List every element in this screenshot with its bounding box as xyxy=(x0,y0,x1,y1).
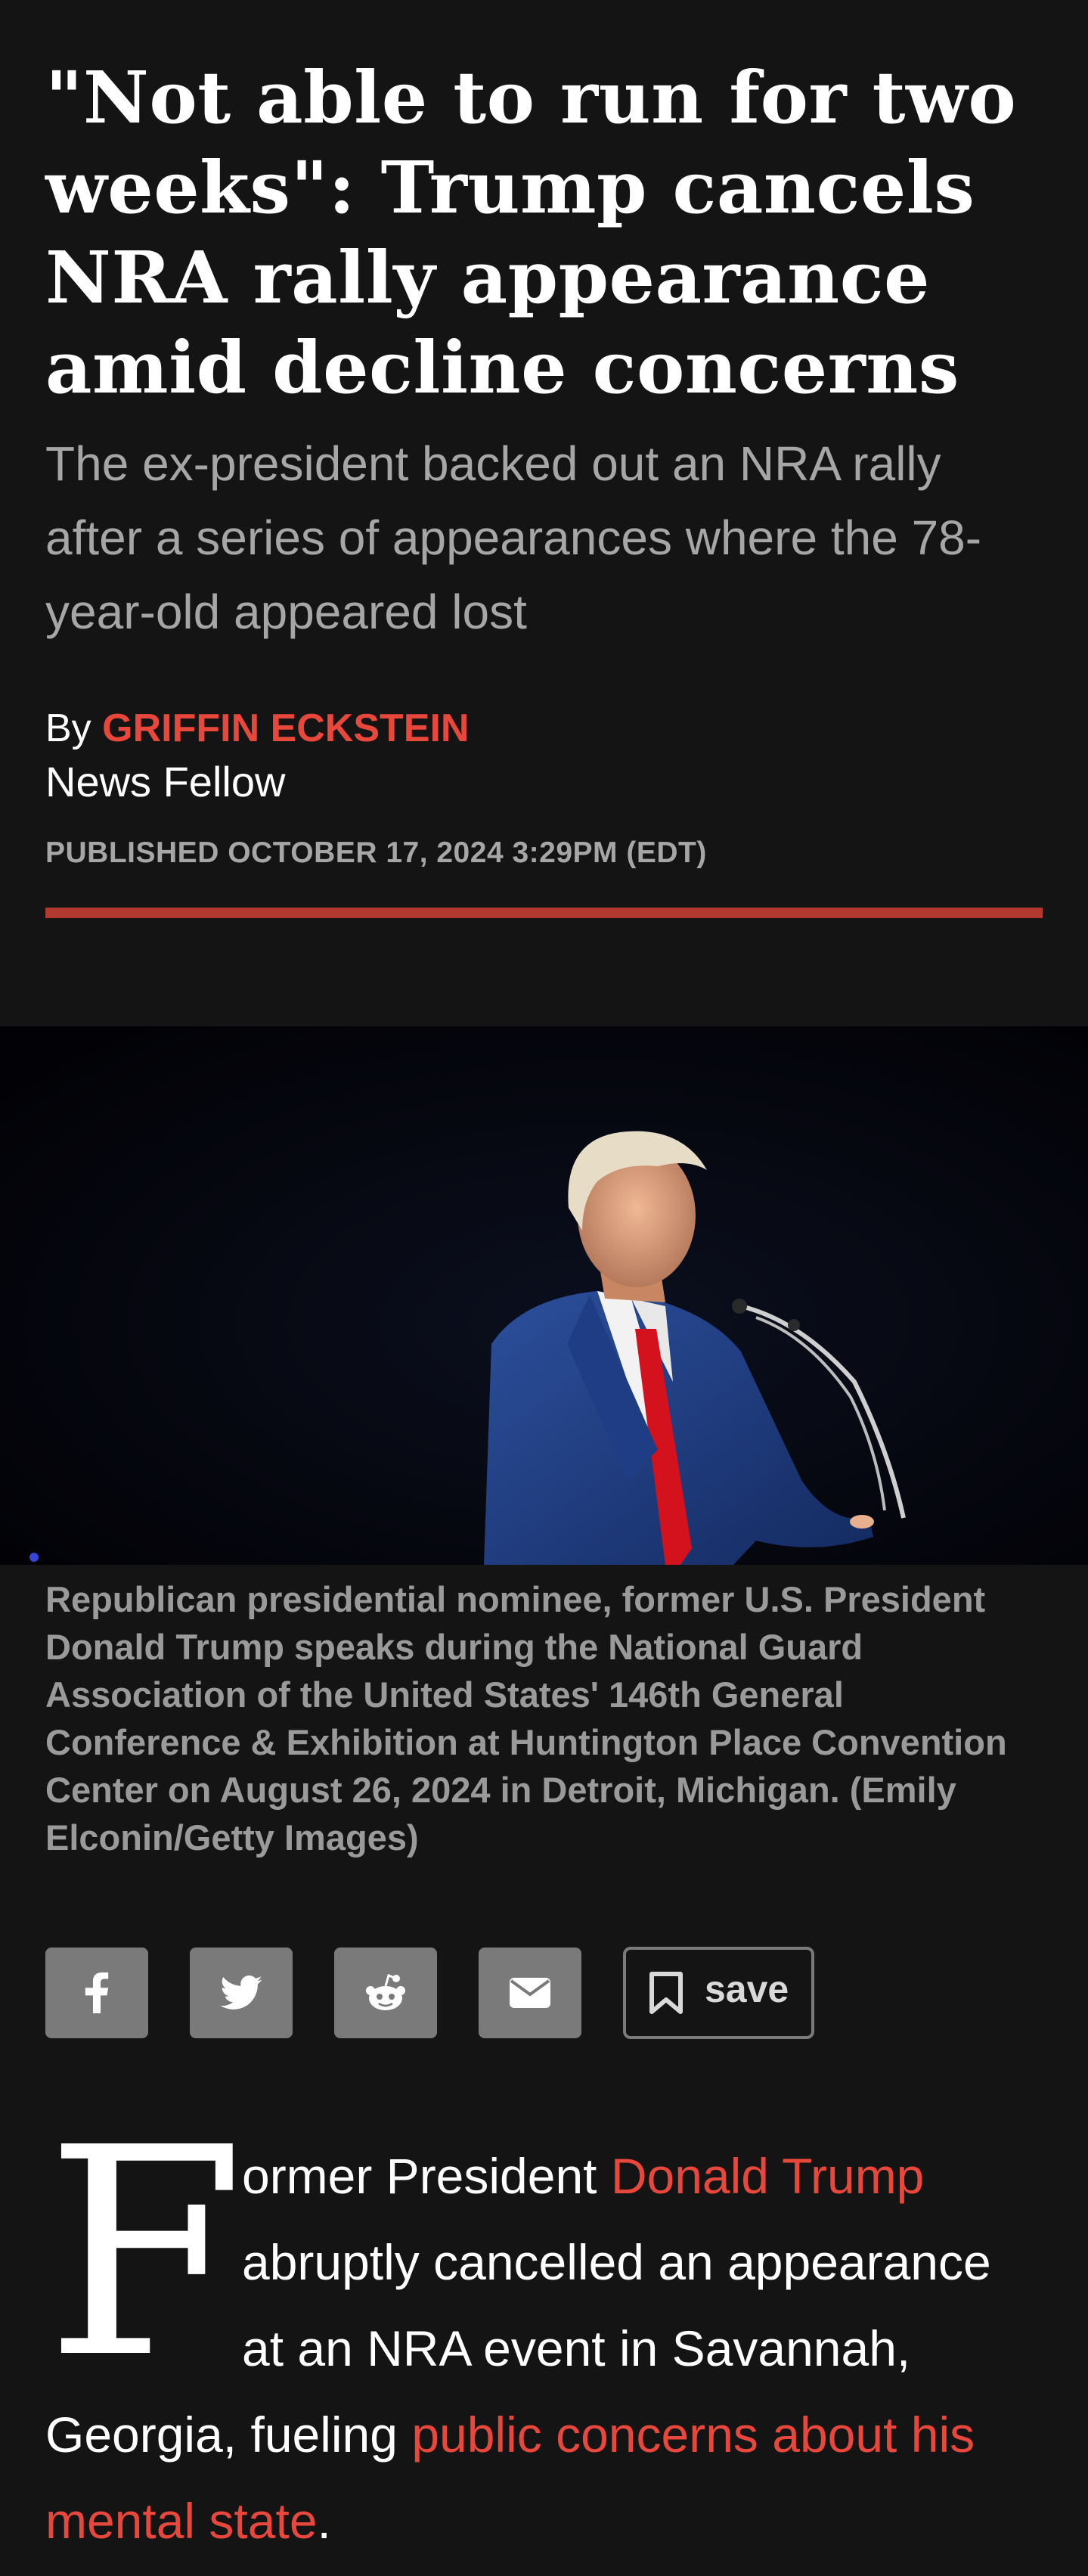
body-text: . xyxy=(317,2493,331,2549)
share-reddit-button[interactable] xyxy=(334,1948,437,2038)
reddit-icon xyxy=(366,1974,405,2010)
share-email-button[interactable] xyxy=(479,1948,581,2038)
hero-image xyxy=(0,1026,1088,1565)
donald-trump-link[interactable]: Donald Trump xyxy=(611,2148,925,2204)
byline: By GRIFFIN ECKSTEIN xyxy=(45,702,1043,755)
save-button[interactable]: save xyxy=(623,1947,815,2039)
email-icon xyxy=(510,1978,550,2008)
twitter-icon xyxy=(220,1975,262,2010)
drop-cap: F xyxy=(45,2086,245,2421)
hero-photo-illustration xyxy=(0,1026,1088,1565)
byline-prefix: By xyxy=(45,706,91,750)
headline: "Not able to run for two weeks": Trump c… xyxy=(45,56,1017,410)
author-link[interactable]: GRIFFIN ECKSTEIN xyxy=(102,706,469,750)
facebook-icon xyxy=(85,1972,109,2013)
author-role: News Fellow xyxy=(45,758,286,805)
save-label: save xyxy=(705,1968,789,2010)
image-caption: Republican presidential nominee, former … xyxy=(45,1579,1007,1858)
divider-rule xyxy=(45,908,1043,918)
published-date: PUBLISHED OCTOBER 17, 2024 3:29PM (EDT) xyxy=(45,836,707,869)
article-body: F ormer President Donald Trump abruptly … xyxy=(45,2086,1043,2564)
subheadline: The ex-president backed out an NRA rally… xyxy=(45,436,982,639)
body-text: ormer President xyxy=(242,2148,611,2204)
share-toolbar: save xyxy=(45,1947,815,2039)
share-twitter-button[interactable] xyxy=(190,1948,293,2038)
article-header: "Not able to run for two weeks": Trump c… xyxy=(0,0,1088,918)
share-facebook-button[interactable] xyxy=(45,1948,148,2038)
bookmark-icon xyxy=(649,1972,683,2014)
